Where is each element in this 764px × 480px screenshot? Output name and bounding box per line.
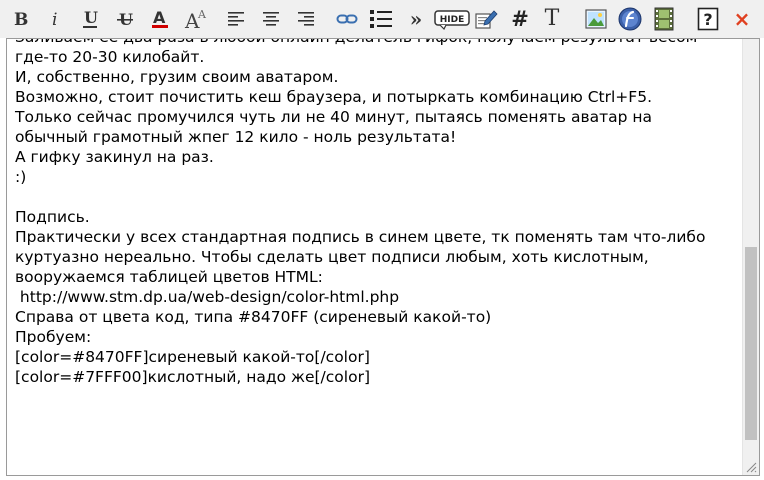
underline-button[interactable]: U xyxy=(80,6,100,32)
bullet-list-icon xyxy=(370,10,392,28)
align-center-icon xyxy=(263,12,279,26)
svg-text:U: U xyxy=(84,8,98,27)
editor-toolbar: B i U U A A A » HIDE # T ? × xyxy=(0,0,764,38)
svg-text:A: A xyxy=(153,8,166,27)
text-line xyxy=(15,187,739,207)
text-line: Пробуем: xyxy=(15,328,92,346)
font-size-button[interactable]: A A xyxy=(184,6,210,32)
film-strip-icon xyxy=(654,7,674,31)
text-line: куртуазно нереально. Чтобы сделать цвет … xyxy=(15,248,649,266)
editor-frame: Заливаем её два раза в любой онлайн дела… xyxy=(6,38,760,476)
bold-icon: B xyxy=(14,10,28,29)
text-format-button[interactable]: T xyxy=(542,6,562,32)
text-line: обычный грамотный жпег 12 кило - ноль ре… xyxy=(15,128,457,146)
hash-icon: # xyxy=(511,6,529,31)
hide-button[interactable]: HIDE xyxy=(434,6,470,32)
insert-video-button[interactable] xyxy=(653,6,675,32)
align-right-button[interactable] xyxy=(296,6,316,32)
italic-icon: i xyxy=(52,10,57,29)
insert-image-button[interactable] xyxy=(585,6,607,32)
chain-link-icon xyxy=(336,14,358,24)
vertical-scrollbar[interactable] xyxy=(742,39,759,475)
text-line: где-то 20-30 килобайт. xyxy=(15,48,205,66)
svg-text:?: ? xyxy=(703,10,712,29)
quote-button[interactable]: » xyxy=(406,6,426,32)
bullet-list-button[interactable] xyxy=(369,6,393,32)
text-line: http://www.stm.dp.ua/web-design/color-ht… xyxy=(15,288,400,306)
close-icon: × xyxy=(733,7,751,31)
svg-text:B: B xyxy=(14,10,28,29)
help-button[interactable]: ? xyxy=(697,6,719,32)
edit-note-button[interactable] xyxy=(474,6,498,32)
font-color-button[interactable]: A xyxy=(150,6,170,32)
insert-link-button[interactable] xyxy=(336,6,358,32)
text-t-icon: T xyxy=(544,6,560,31)
text-line: Практически у всех стандартная подпись в… xyxy=(15,228,706,246)
flash-icon xyxy=(618,7,642,31)
text-line: Справа от цвета код, типа #8470FF (сирен… xyxy=(15,308,492,326)
quote-icon: » xyxy=(409,7,423,31)
bold-button[interactable]: B xyxy=(10,6,30,32)
svg-text:HIDE: HIDE xyxy=(440,15,465,25)
font-color-icon: A xyxy=(152,8,168,28)
hide-tag-icon: HIDE xyxy=(434,10,470,30)
text-line: :) xyxy=(15,168,27,186)
strikethrough-icon: U xyxy=(117,10,133,29)
pencil-note-icon xyxy=(475,10,498,29)
text-line: Подпись. xyxy=(15,208,90,226)
italic-button[interactable]: i xyxy=(46,6,66,32)
image-icon xyxy=(585,9,607,29)
resize-grip-icon[interactable] xyxy=(745,461,757,473)
text-line: А гифку закинул на раз. xyxy=(15,148,214,166)
svg-text:i: i xyxy=(52,10,57,29)
align-left-button[interactable] xyxy=(226,6,246,32)
align-left-icon xyxy=(228,12,244,26)
underline-icon: U xyxy=(83,8,98,28)
help-icon: ? xyxy=(697,7,719,31)
text-line: Только сейчас промучился чуть ли не 40 м… xyxy=(15,108,653,126)
font-size-icon: A A xyxy=(184,8,207,31)
text-line: И, собственно, грузим своим аватаром. xyxy=(15,68,339,86)
align-right-icon xyxy=(298,12,314,26)
message-content: Заливаем её два раза в любой онлайн дела… xyxy=(15,39,739,387)
svg-text:A: A xyxy=(197,8,207,21)
text-line: [color=#8470FF]сиреневый какой-то[/color… xyxy=(15,348,370,366)
text-line: Возможно, стоит почистить кеш браузера, … xyxy=(15,88,652,106)
text-line: [color=#7FFF00]кислотный, надо же[/color… xyxy=(15,368,370,386)
message-textarea[interactable]: Заливаем её два раза в любой онлайн дела… xyxy=(7,39,743,475)
strikethrough-button[interactable]: U xyxy=(115,6,135,32)
close-button[interactable]: × xyxy=(732,6,752,32)
align-center-button[interactable] xyxy=(261,6,281,32)
text-line: вооружаемся таблицей цветов HTML: xyxy=(15,268,323,286)
text-line: Заливаем её два раза в любой онлайн дела… xyxy=(15,39,739,47)
hash-button[interactable]: # xyxy=(510,6,530,32)
scrollbar-thumb[interactable] xyxy=(745,247,757,440)
insert-flash-button[interactable] xyxy=(618,6,642,32)
